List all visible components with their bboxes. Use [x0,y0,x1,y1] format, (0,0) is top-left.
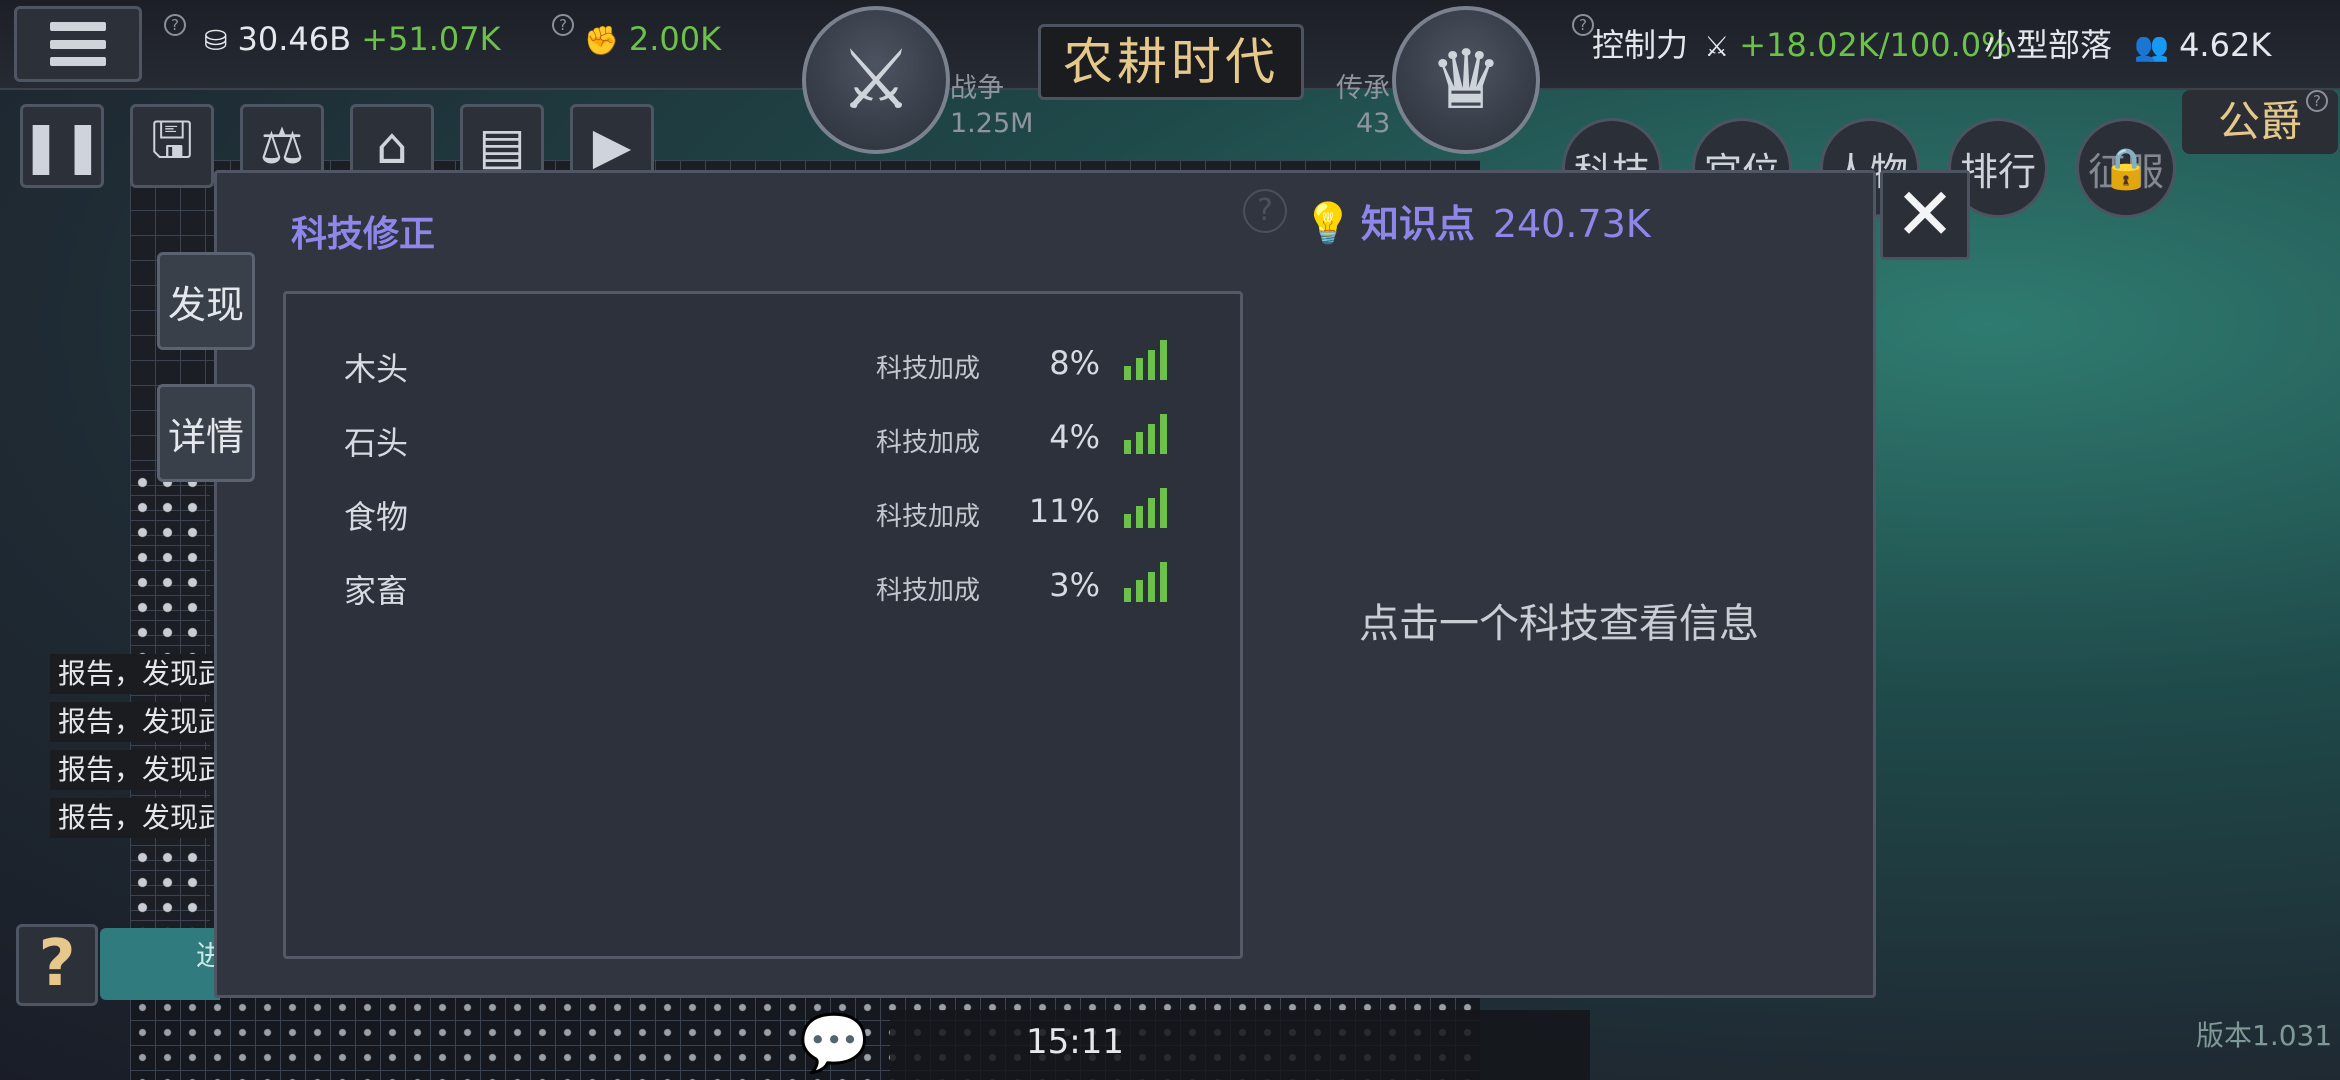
heritage-button[interactable]: ♛ [1392,6,1540,154]
scales-icon: ⚖ [259,117,305,175]
report-line[interactable]: 报告，发现武 [50,750,216,790]
list-item[interactable]: 石头 科技加成 4% [344,412,1224,462]
tribe-label: 小型部落 [1984,26,2113,64]
help-button[interactable]: ? [16,924,98,1006]
document-icon: ▤ [478,117,526,175]
control-change: +18.02K [1739,26,1879,64]
tribe-stat: 小型部落 👥 4.62K [1984,20,2271,66]
war-button[interactable]: ⚔ [802,6,950,154]
people-icon: 👥 [2134,30,2170,63]
bonus-percent: 11% [1028,492,1100,530]
resource-name: 家畜 [344,572,409,610]
signal-bars-icon [1124,562,1167,602]
tech-modifier-dialog: 科技修正 ? 💡 知识点 240.73K 木头 科技加成 8% 石头 科技加成 4%… [214,170,1876,998]
resource-name: 食物 [344,498,409,536]
report-line[interactable]: 报告，发现武 [50,654,216,694]
lock-icon: 🔒 [2101,145,2151,192]
tech-modifier-list: 木头 科技加成 8% 石头 科技加成 4% 食物 科技加成 11% 家畜 科技加… [283,291,1243,959]
bonus-label: 科技加成 [876,354,981,384]
list-item[interactable]: 家畜 科技加成 3% [344,560,1224,610]
action-bar[interactable]: 进 [100,928,224,1000]
bottom-bar [890,1010,1590,1080]
lightbulb-icon: 💡 [1303,201,1353,247]
era-title[interactable]: 农耕时代 [1038,24,1304,100]
help-icon[interactable]: ? [552,14,574,36]
save-icon: 🖫 [150,110,194,169]
knowledge-value: 240.73K [1492,202,1651,246]
report-line[interactable]: 报告，发现武 [50,702,216,742]
resource-name: 石头 [344,424,409,462]
strength-value: 2.00K [628,20,722,58]
tab-details[interactable]: 详情 [157,384,255,482]
pause-button[interactable]: ❚❚ [20,104,104,188]
list-item[interactable]: 食物 科技加成 11% [344,486,1224,536]
game-clock: 15:11 [1026,1022,1124,1062]
help-icon[interactable]: ? [1572,14,1594,36]
bonus-label: 科技加成 [876,502,981,532]
population-value: 4.62K [2179,26,2272,64]
war-value: 1.25M [950,108,1034,139]
control-stat: 控制力 ⚔ +18.02K/100.0% [1592,20,2012,66]
close-button[interactable]: ✕ [1880,170,1970,260]
arm-icon: ✊ [584,24,619,57]
bonus-label: 科技加成 [876,576,981,606]
building-icon: ⌂ [376,117,408,175]
nav-conquest[interactable]: 征服 🔒 [2076,118,2176,218]
gold-stat: ⛁ 30.46B +51.07K [204,20,501,58]
film-icon: ▶ [592,117,632,175]
help-icon[interactable]: ? [2306,90,2328,112]
gold-rate: +51.07K [361,20,501,58]
bonus-percent: 3% [1049,566,1100,604]
menu-button[interactable] [14,6,142,82]
bonus-percent: 8% [1049,344,1100,382]
chat-bubble-icon: 💬 [799,1011,869,1076]
report-line[interactable]: 报告，发现武 [50,798,216,838]
signal-bars-icon [1124,414,1167,454]
list-item[interactable]: 木头 科技加成 8% [344,338,1224,388]
strength-stat: ✊ 2.00K [584,20,721,58]
hamburger-icon [50,22,106,66]
dialog-title: 科技修正 [291,214,436,255]
help-icon[interactable]: ? [1243,189,1287,233]
bonus-percent: 4% [1049,418,1100,456]
help-icon[interactable]: ? [164,14,186,36]
save-button[interactable]: 🖫 [130,104,214,188]
detail-hint: 点击一个科技查看信息 [1359,601,1759,647]
bonus-label: 科技加成 [876,428,981,458]
knowledge-points: 💡 知识点 240.73K [1303,193,1651,248]
heritage-label: 传承 [1336,73,1390,104]
resource-name: 木头 [344,350,409,388]
signal-bars-icon [1124,488,1167,528]
knowledge-label: 知识点 [1360,202,1475,246]
crossed-swords-icon: ⚔ [839,32,913,128]
heritage-value: 43 [1356,108,1391,139]
tab-discover[interactable]: 发现 [157,252,255,350]
signal-bars-icon [1124,340,1167,380]
coins-icon: ⛁ [204,24,228,57]
pause-icon: ❚❚ [20,117,104,175]
war-label: 战争 [950,73,1004,104]
crossed-swords-icon: ⚔ [1704,30,1730,63]
chat-button[interactable]: 💬 [784,1010,884,1080]
crown-icon: ♛ [1429,32,1503,128]
control-label: 控制力 [1592,26,1689,64]
version-label: 版本1.031 [2196,1019,2333,1052]
gold-value: 30.46B [237,20,352,58]
